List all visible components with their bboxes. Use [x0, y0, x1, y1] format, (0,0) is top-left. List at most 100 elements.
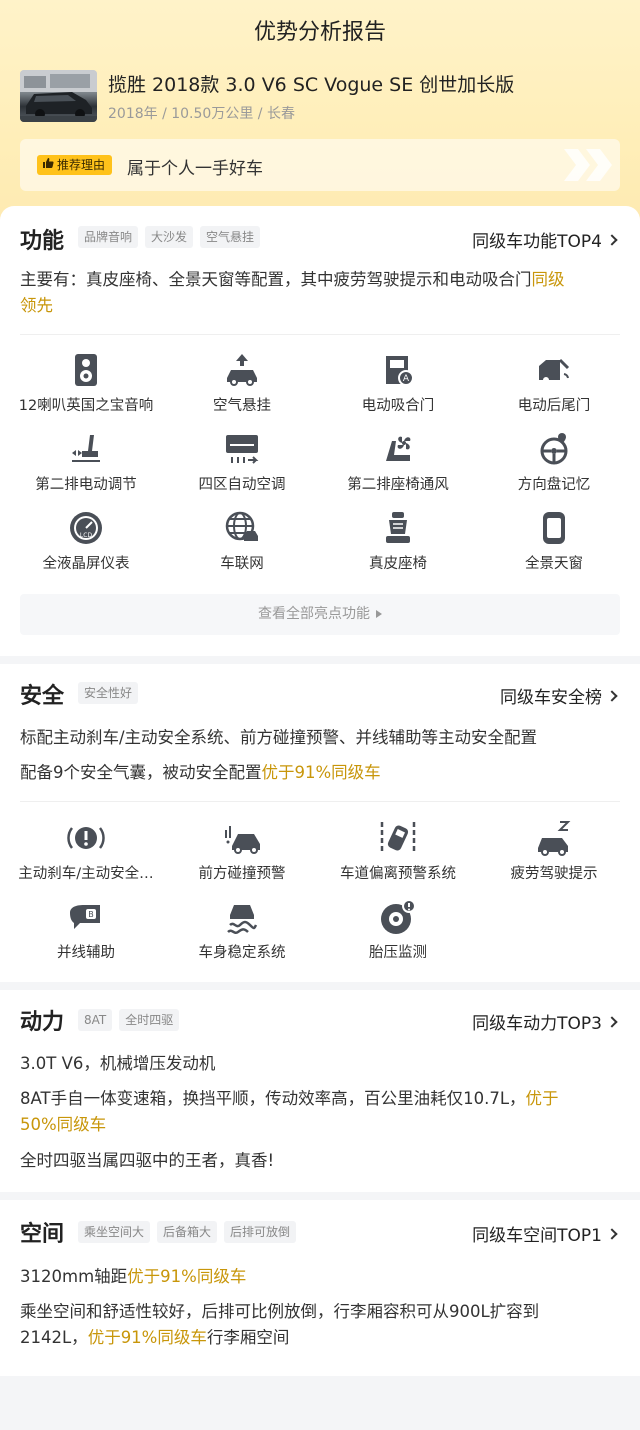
feature-item[interactable]: 第二排电动调节 — [6, 431, 166, 494]
tag-list: 安全性好 — [78, 682, 139, 704]
power-section: 动力 8AT 全时四驱 同级车动力TOP3 3.0T V6，机械增压发动机 8A… — [0, 990, 640, 1192]
svg-text:B: B — [88, 910, 94, 919]
feature-item[interactable]: B 并线辅助 — [6, 899, 166, 962]
tag: 大沙发 — [145, 226, 194, 248]
function-section: 功能 品牌音响 大沙发 空气悬挂 同级车功能TOP4 主要有：真皮座椅、全景天窗… — [0, 206, 640, 656]
tag: 品牌音响 — [78, 226, 139, 248]
highlight-text: 优于 — [525, 1089, 559, 1108]
section-line: 乘坐空间和舒适性较好，后排可比例放倒，行李厢容积可从900L扩容到 — [20, 1302, 540, 1321]
tag-list: 8AT 全时四驱 — [78, 1009, 180, 1031]
section-title: 功能 — [20, 229, 65, 254]
highlight-text: 优于91%同级车 — [261, 763, 381, 782]
thumbs-up-icon — [42, 155, 54, 175]
feature-item[interactable]: 第二排座椅通风 — [318, 431, 478, 494]
steering-memory-icon — [540, 433, 568, 465]
car-thumbnail[interactable] — [20, 70, 97, 122]
lcd-gauge-icon: LCD — [70, 512, 102, 544]
tire-pressure-icon — [381, 899, 416, 934]
feature-label: 全景天窗 — [525, 556, 583, 572]
connected-car-icon — [225, 511, 258, 541]
stability-control-icon — [227, 905, 258, 934]
feature-label: 车身稳定系统 — [198, 945, 286, 961]
section-description: 主要有：真皮座椅、全景天窗等配置，其中疲劳驾驶提示和电动吸合门同级 领先 — [20, 267, 620, 319]
seat-ventilation-icon — [386, 436, 411, 461]
description-text: 行李厢空间 — [206, 1328, 290, 1347]
recommend-reason-tag: 推荐理由 — [37, 155, 113, 175]
car-meta: 2018年 / 10.50万公里 / 长春 — [108, 106, 295, 122]
feature-item[interactable]: 全景天窗 — [474, 510, 634, 573]
feature-item[interactable]: 车联网 — [162, 510, 322, 573]
feature-item[interactable]: LCD 全液晶屏仪表 — [6, 510, 166, 573]
feature-label: 12喇叭英国之宝音响 — [18, 398, 154, 414]
feature-item[interactable]: 主动刹车/主动安全… — [6, 820, 166, 883]
feature-label: 全液晶屏仪表 — [42, 556, 130, 572]
section-title: 安全 — [20, 684, 65, 709]
feature-item[interactable]: 车身稳定系统 — [162, 899, 322, 962]
rank-link[interactable]: 同级车安全榜 — [500, 683, 618, 708]
feature-item[interactable]: 前方碰撞预警 — [162, 820, 322, 883]
section-line: 配备9个安全气囊，被动安全配置优于91%同级车 — [20, 760, 620, 786]
svg-text:A: A — [403, 374, 410, 384]
recommend-reason-box: 推荐理由 属于个人一手好车 — [20, 139, 620, 191]
highlight-text: 优于91%同级车 — [127, 1267, 247, 1286]
feature-item[interactable]: 电动后尾门 — [474, 352, 634, 415]
section-line: 2142L，优于91%同级车行李厢空间 — [20, 1325, 620, 1351]
feature-item[interactable]: A 电动吸合门 — [318, 352, 478, 415]
view-all-features-label: 查看全部亮点功能 — [258, 606, 370, 622]
rank-link[interactable]: 同级车空间TOP1 — [472, 1221, 618, 1246]
description-text: 8AT手自一体变速箱，换挡平顺，传动效率高，百公里油耗仅10.7L， — [20, 1089, 526, 1108]
feature-item[interactable]: 胎压监测 — [318, 899, 478, 962]
feature-label: 前方碰撞预警 — [198, 866, 286, 882]
rank-link-label: 同级车空间TOP1 — [472, 1226, 602, 1246]
feature-label: 并线辅助 — [57, 945, 115, 961]
feature-label: 电动吸合门 — [361, 398, 435, 414]
feature-label: 电动后尾门 — [517, 398, 591, 414]
power-tailgate-icon — [539, 358, 570, 383]
feature-label: 主动刹车/主动安全… — [18, 866, 154, 882]
description-text: 3120mm轴距 — [20, 1267, 128, 1286]
feature-label: 空气悬挂 — [213, 398, 271, 414]
rank-link-label: 同级车安全榜 — [500, 688, 602, 708]
feature-item[interactable]: 方向盘记忆 — [474, 431, 634, 494]
tag-list: 品牌音响 大沙发 空气悬挂 — [78, 226, 261, 248]
space-section: 空间 乘坐空间大 后备箱大 后排可放倒 同级车空间TOP1 3120mm轴距优于… — [0, 1200, 640, 1376]
view-all-features-button[interactable]: 查看全部亮点功能 — [20, 594, 620, 635]
feature-label: 第二排座椅通风 — [347, 477, 449, 493]
air-suspension-icon — [227, 354, 257, 386]
tag: 全时四驱 — [119, 1009, 180, 1031]
section-line: 3120mm轴距优于91%同级车 — [20, 1264, 620, 1290]
rank-link[interactable]: 同级车功能TOP4 — [472, 227, 618, 252]
feature-item[interactable]: 疲劳驾驶提示 — [474, 820, 634, 883]
rank-link-label: 同级车动力TOP3 — [472, 1014, 602, 1034]
rank-link[interactable]: 同级车动力TOP3 — [472, 1009, 618, 1034]
tag: 后排可放倒 — [224, 1221, 297, 1243]
chevrons-decoration-icon — [562, 145, 614, 189]
chevron-right-icon — [606, 690, 618, 702]
feature-item[interactable]: 空气悬挂 — [162, 352, 322, 415]
feature-item[interactable]: 真皮座椅 — [318, 510, 478, 573]
chevron-right-icon — [606, 234, 618, 246]
description-text: 配备9个安全气囊，被动安全配置 — [20, 763, 262, 782]
recommend-reason-tag-label: 推荐理由 — [57, 158, 106, 172]
feature-label: 车联网 — [220, 556, 264, 572]
speaker-icon — [75, 354, 97, 386]
feature-item[interactable]: 12喇叭英国之宝音响 — [6, 352, 166, 415]
soft-close-door-icon: A — [386, 356, 414, 386]
feature-label: 疲劳驾驶提示 — [510, 866, 598, 882]
highlight-text: 同级 — [531, 270, 565, 289]
lane-departure-icon — [380, 822, 416, 854]
feature-label: 真皮座椅 — [369, 556, 427, 572]
climate-control-icon — [226, 435, 259, 464]
recommend-reason-text: 属于个人一手好车 — [127, 159, 263, 179]
seat-adjust-icon — [72, 435, 100, 462]
triangle-right-icon — [376, 610, 382, 618]
feature-item[interactable]: 车道偏离预警系统 — [318, 820, 478, 883]
feature-item[interactable]: 四区自动空调 — [162, 431, 322, 494]
feature-label: 方向盘记忆 — [517, 477, 591, 493]
header-hero: 优势分析报告 揽胜 2018款 3.0 V6 SC Vogue SE 创世加长版… — [0, 0, 640, 240]
feature-label: 第二排电动调节 — [35, 477, 137, 493]
collision-warning-icon — [225, 826, 260, 854]
chevron-right-icon — [606, 1228, 618, 1240]
feature-label: 胎压监测 — [369, 945, 427, 961]
section-line: 全时四驱当属四驱中的王者，真香! — [20, 1151, 275, 1170]
